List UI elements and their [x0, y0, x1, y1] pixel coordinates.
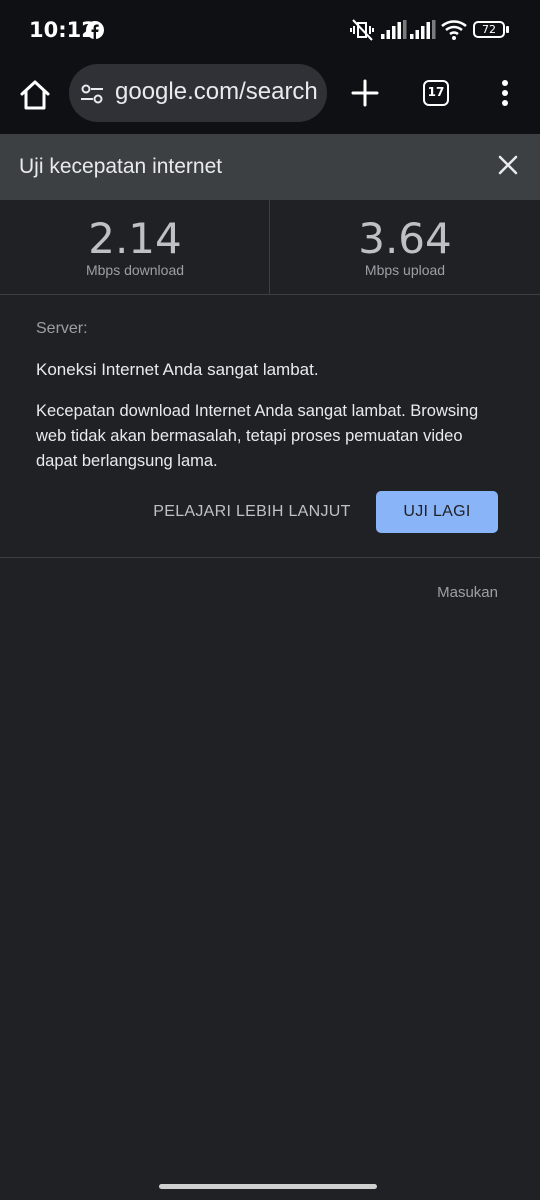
upload-result: 3.64 Mbps upload — [270, 200, 540, 279]
battery-indicator: 72 — [473, 21, 505, 38]
home-icon[interactable] — [16, 76, 54, 114]
wifi-icon — [441, 20, 467, 40]
retry-button[interactable]: UJI LAGI — [376, 491, 498, 533]
speed-results: 2.14 Mbps download 3.64 Mbps upload — [0, 200, 540, 295]
feedback-link[interactable]: Masukan — [437, 584, 498, 601]
more-menu-icon[interactable] — [496, 78, 514, 108]
gesture-nav-handle[interactable] — [159, 1184, 377, 1189]
new-tab-icon[interactable] — [350, 78, 380, 108]
speed-headline: Koneksi Internet Anda sangat lambat. — [36, 360, 319, 379]
address-bar[interactable]: google.com/search — [69, 64, 327, 122]
status-bar: 10:12 72 — [0, 0, 540, 62]
upload-unit: Mbps upload — [364, 262, 446, 278]
server-label: Server: — [36, 320, 88, 337]
card-title: Uji kecepatan internet — [19, 155, 223, 178]
results-divider — [269, 200, 270, 294]
learn-more-button[interactable]: PELAJARI LEBIH LANJUT — [152, 491, 352, 533]
site-settings-icon[interactable] — [79, 81, 105, 107]
browser-toolbar: google.com/search 17 — [0, 62, 540, 134]
download-value: 2.14 — [88, 214, 182, 263]
tab-switcher-button[interactable]: 17 — [423, 80, 449, 106]
battery-tip — [506, 26, 509, 33]
signal-icon-2 — [410, 20, 436, 39]
upload-value: 3.64 — [358, 214, 452, 263]
speed-description: Kecepatan download Internet Anda sangat … — [36, 402, 479, 470]
download-result: 2.14 Mbps download — [0, 200, 270, 279]
mute-vibrate-icon — [350, 19, 374, 41]
close-icon[interactable] — [494, 151, 522, 179]
url-text: google.com/search — [115, 78, 318, 105]
signal-icon — [381, 20, 407, 39]
section-divider — [0, 557, 540, 558]
download-unit: Mbps download — [85, 262, 185, 278]
speed-test-header: Uji kecepatan internet — [0, 134, 540, 200]
facebook-icon — [86, 21, 104, 39]
